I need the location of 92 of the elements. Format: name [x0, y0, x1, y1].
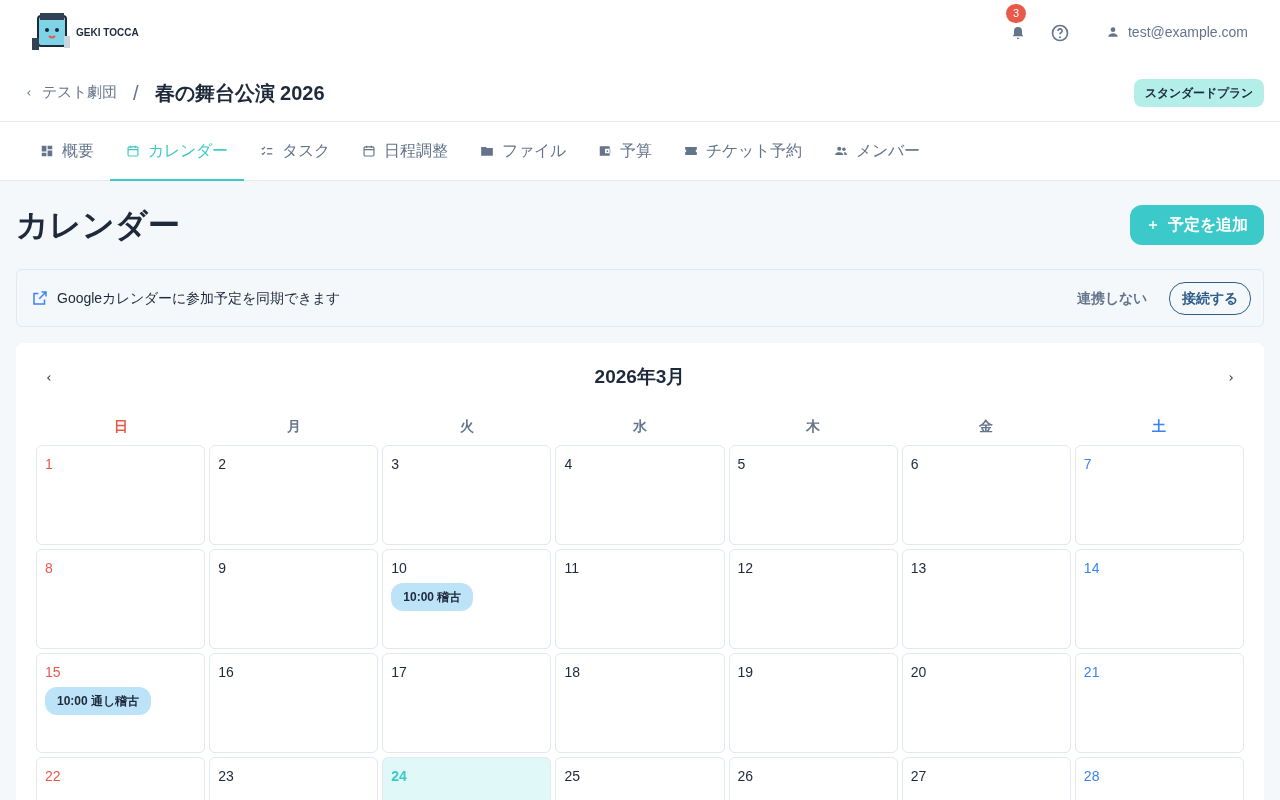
connect-button[interactable]: 接続する	[1169, 281, 1251, 315]
day-number: 25	[564, 767, 580, 786]
day-cell[interactable]: 7	[1074, 445, 1244, 545]
day-cell[interactable]: 10 10:00 稽古	[382, 549, 552, 649]
day-number: 22	[45, 767, 61, 786]
day-number: 7	[1083, 455, 1092, 474]
day-cell[interactable]: 17	[382, 653, 552, 753]
day-cell[interactable]: 19	[728, 653, 898, 753]
day-cell[interactable]: 5	[728, 445, 898, 545]
day-number: 6	[910, 455, 919, 474]
project-title: 春の舞台公演 2026	[154, 80, 325, 106]
day-number: 10	[391, 559, 407, 578]
day-number: 26	[737, 767, 754, 786]
day-number: 16	[218, 663, 234, 682]
day-cell[interactable]: 26	[728, 757, 898, 800]
day-cell[interactable]: 18	[555, 653, 725, 753]
day-cell[interactable]: 15 10:00 通し稽古	[36, 653, 206, 753]
page-title: カレンダー	[16, 205, 180, 245]
breadcrumb-separator: /	[133, 80, 139, 106]
day-cell[interactable]: 14	[1074, 549, 1244, 649]
day-number: 21	[1083, 663, 1100, 682]
day-number: 3	[391, 455, 400, 474]
external-link-icon	[31, 289, 49, 307]
weekday-label: 土	[1151, 417, 1168, 436]
weekday-label: 日	[112, 417, 129, 436]
nav-tab[interactable]: メンバー	[818, 122, 936, 181]
calendar-icon	[362, 143, 376, 158]
day-number: 12	[737, 559, 754, 578]
day-number: 24	[391, 767, 407, 786]
day-number: 27	[910, 767, 927, 786]
weekday-label: 火	[458, 417, 475, 436]
day-number: 14	[1083, 559, 1100, 578]
day-number: 13	[910, 559, 927, 578]
day-number: 2	[218, 455, 226, 474]
event-chip[interactable]: 10:00 通し稽古	[45, 687, 152, 715]
weekday-label: 水	[632, 417, 648, 436]
help-icon	[1049, 22, 1070, 43]
plus-icon	[1146, 218, 1160, 232]
day-number: 8	[45, 559, 53, 578]
day-cell[interactable]: 27	[901, 757, 1071, 800]
sync-message: Googleカレンダーに参加予定を同期できます	[57, 288, 341, 308]
plan-badge: スタンダードプラン	[1134, 78, 1264, 107]
day-number: 17	[391, 663, 407, 682]
nav-tab[interactable]: 予算	[582, 122, 668, 181]
weekday-label: 月	[285, 417, 302, 436]
day-cell[interactable]: 9	[209, 549, 379, 649]
day-cell[interactable]: 3	[382, 445, 552, 545]
day-number: 1	[45, 455, 53, 474]
nav-tab[interactable]: ファイル	[464, 122, 582, 181]
day-cell[interactable]: 16	[209, 653, 379, 753]
day-number: 18	[564, 663, 580, 682]
calendar-icon	[126, 143, 140, 158]
day-cell[interactable]: 25	[555, 757, 725, 800]
nav-tab[interactable]: チケット予約	[668, 122, 818, 181]
day-cell[interactable]: 12	[728, 549, 898, 649]
day-number: 9	[218, 559, 226, 578]
event-chip[interactable]: 10:00 稽古	[391, 583, 474, 611]
day-number: 28	[1083, 767, 1100, 786]
nav-tab[interactable]: 日程調整	[346, 122, 464, 181]
nav-tab[interactable]: 概要	[24, 122, 110, 181]
day-cell[interactable]: 13	[901, 549, 1071, 649]
day-cell[interactable]: 23	[209, 757, 379, 800]
user-menu-button[interactable]: test@example.com	[1093, 15, 1248, 49]
nav-tab[interactable]: タスク	[244, 122, 346, 181]
grid-icon	[40, 143, 54, 158]
weekday-label: 金	[978, 417, 995, 436]
day-cell[interactable]: 28	[1074, 757, 1244, 800]
day-cell[interactable]: 20	[901, 653, 1071, 753]
day-number: 23	[218, 767, 234, 786]
weekday-label: 木	[805, 417, 822, 436]
day-cell[interactable]: 8	[36, 549, 206, 649]
day-cell[interactable]: 11	[555, 549, 725, 649]
day-number: 5	[737, 455, 746, 474]
day-number: 20	[910, 663, 927, 682]
day-cell[interactable]: 2	[209, 445, 379, 545]
month-title: 2026年3月	[594, 365, 686, 390]
day-cell[interactable]: 6	[901, 445, 1071, 545]
day-cell[interactable]: 4	[555, 445, 725, 545]
day-number: 19	[737, 663, 754, 682]
person-icon	[1105, 25, 1120, 39]
day-number: 11	[564, 559, 579, 578]
day-number: 15	[45, 663, 61, 682]
day-cell[interactable]: 1	[36, 445, 206, 545]
back-link[interactable]: テスト劇団	[24, 80, 117, 105]
logo-text: GEKI TOCCA	[76, 25, 139, 40]
notification-count: 3	[1005, 4, 1027, 23]
wallet-icon	[598, 143, 612, 158]
day-number: 4	[564, 455, 573, 474]
skip-sync-button[interactable]: 連携しない	[1071, 286, 1153, 310]
day-cell[interactable]: 21	[1074, 653, 1244, 753]
day-cell[interactable]: 22	[36, 757, 206, 800]
mascot-logo-icon	[32, 12, 72, 52]
